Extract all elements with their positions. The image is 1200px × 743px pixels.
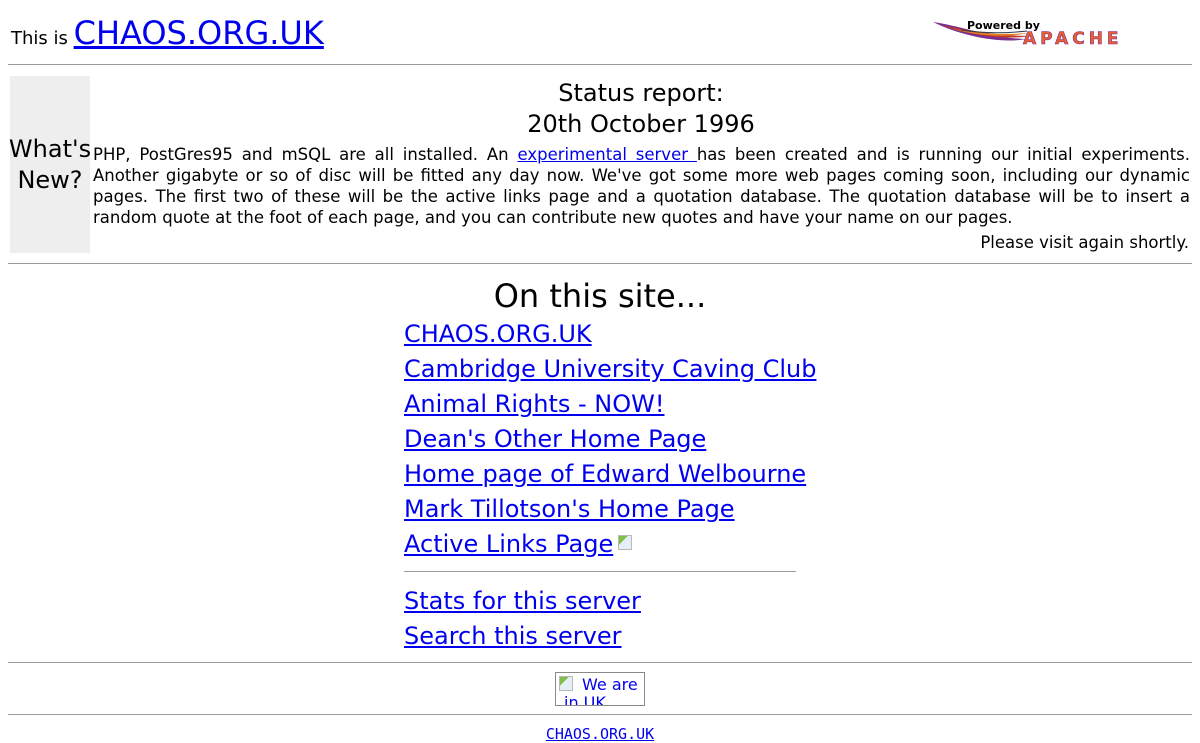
site-link-animal-rights[interactable]: Animal Rights - NOW! — [404, 389, 665, 419]
status-visit: Please visit again shortly. — [980, 233, 1189, 252]
status-body: PHP, PostGres95 and mSQL are all install… — [93, 144, 1190, 228]
footer: CHAOS.ORG.UK — [0, 725, 1200, 743]
site-link-caving-club[interactable]: Cambridge University Caving Club — [404, 354, 816, 384]
whats-new-cell: What's New? — [8, 76, 92, 253]
header-site-link[interactable]: CHAOS.ORG.UK — [74, 14, 324, 52]
links-divider — [404, 571, 796, 572]
divider — [8, 64, 1192, 65]
search-link[interactable]: Search this server — [404, 621, 621, 651]
badge-alt-text: We are in UK Local — [564, 675, 638, 706]
site-heading: On this site... — [493, 277, 707, 315]
header: This is CHAOS.ORG.UK — [11, 14, 324, 52]
status-title: Status report: — [558, 79, 724, 107]
uk-local-badge[interactable]: We are in UK Local — [555, 672, 645, 706]
site-link-dean[interactable]: Dean's Other Home Page — [404, 424, 706, 454]
whats-new-line1: What's — [8, 134, 92, 163]
header-prefix: This is — [11, 28, 68, 49]
status-date: 20th October 1996 — [527, 110, 755, 138]
site-link-mark-tillotson[interactable]: Mark Tillotson's Home Page — [404, 494, 735, 524]
site-link-active-links[interactable]: Active Links Page — [404, 530, 613, 558]
site-link-chaos[interactable]: CHAOS.ORG.UK — [404, 319, 592, 349]
broken-image-icon — [618, 534, 633, 550]
site-link-edward-welbourne[interactable]: Home page of Edward Welbourne — [404, 459, 806, 489]
status-body-before: PHP, PostGres95 and mSQL are all install… — [93, 145, 518, 164]
apache-logo[interactable]: Powered by APACHE — [931, 16, 1183, 49]
divider — [8, 263, 1192, 264]
apache-logo-main-text: APACHE — [1023, 29, 1123, 48]
experimental-server-link[interactable]: experimental server — [517, 145, 696, 164]
divider — [8, 662, 1192, 663]
active-links-row: Active Links Page — [404, 529, 633, 559]
whats-new-line2: New? — [17, 165, 83, 194]
divider — [8, 714, 1192, 715]
footer-link[interactable]: CHAOS.ORG.UK — [546, 725, 654, 743]
stats-link[interactable]: Stats for this server — [404, 586, 641, 616]
